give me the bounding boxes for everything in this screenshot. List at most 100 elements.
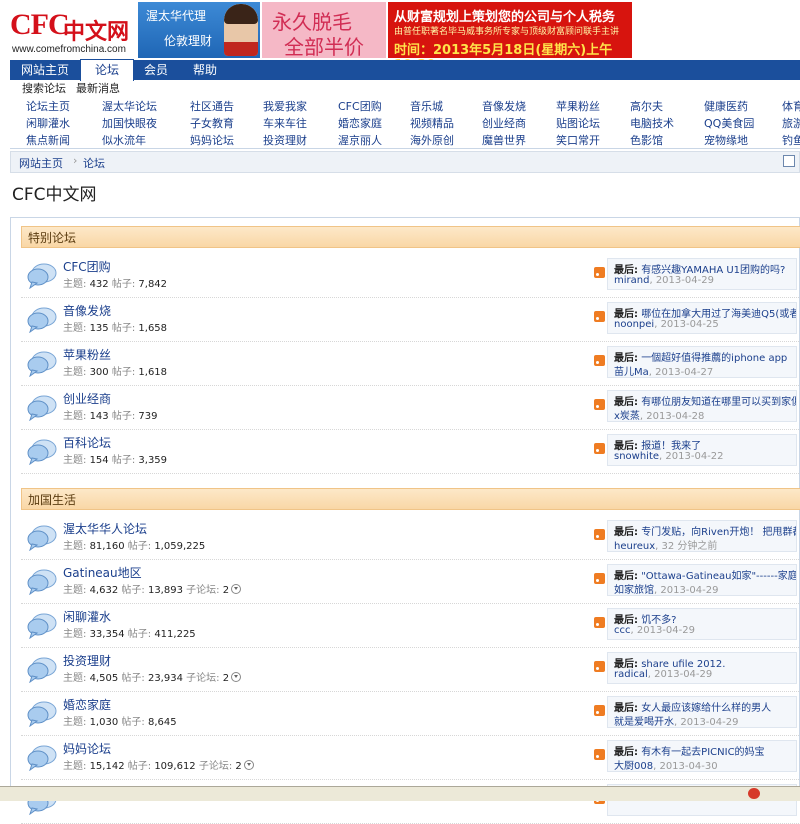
forum-status-icon — [27, 305, 57, 334]
forum-quick-links: 论坛主页 渥太华论坛 社区通告 我爱我家 CFC团购 音乐城 音像发烧 苹果粉丝 高尔夫 健康医药… — [10, 96, 800, 149]
forum-status-icon — [27, 699, 57, 728]
quick-link[interactable]: 海外原创 — [410, 132, 454, 148]
forum-name-link[interactable]: 投资理财 — [63, 652, 111, 669]
forum-name-link[interactable]: CFC团购 — [63, 258, 111, 275]
expand-subforums-icon[interactable] — [231, 672, 242, 682]
rss-icon[interactable] — [594, 267, 605, 278]
forum-row: 妈妈论坛 主题: 15,142 帖子: 109,612 子论坛: 2 最后: 有木有… — [21, 736, 800, 780]
last-post-user-link[interactable]: 如家旅馆 — [614, 585, 654, 595]
quick-link[interactable]: 宠物缘地 — [704, 132, 748, 148]
quick-link[interactable]: QQ美食园 — [704, 115, 754, 131]
quick-link[interactable]: 车来车往 — [263, 115, 307, 131]
rss-icon[interactable] — [594, 529, 605, 540]
quick-link[interactable]: 渥京丽人 — [338, 132, 382, 148]
breadcrumb-home[interactable]: 网站主页 — [19, 155, 63, 171]
forum-name-link[interactable]: 闲聊灌水 — [63, 608, 111, 625]
last-post-title-line: 最后: 有哪位朋友知道在哪里可以买到家俱 — [614, 393, 796, 408]
tab-help[interactable]: 帮助 — [180, 60, 230, 80]
quick-link[interactable]: 创业经商 — [482, 115, 526, 131]
quick-link[interactable]: 视频精品 — [410, 115, 454, 131]
breadcrumb-forum[interactable]: 论坛 — [83, 155, 105, 171]
last-post-user-link[interactable]: heureux — [614, 541, 655, 551]
expand-subforums-icon[interactable] — [243, 760, 254, 770]
quick-link[interactable]: 高尔夫 — [630, 98, 663, 114]
forum-stats: 主题: 143 帖子: 739 — [63, 407, 158, 422]
quick-link[interactable]: 加国快眼夜 — [102, 115, 157, 131]
quick-link[interactable]: 投资理财 — [263, 132, 307, 148]
quick-link[interactable]: 婚恋家庭 — [338, 115, 382, 131]
ad-text: 伦敦理财 — [164, 34, 213, 48]
subforums-count: 2 — [222, 585, 230, 596]
quick-link[interactable]: 健康医药 — [704, 98, 748, 114]
tab-members[interactable]: 会员 — [132, 60, 180, 80]
last-post-title-line: 最后: 女人最应该嫁给什么样的男人 — [614, 699, 771, 714]
quick-link[interactable]: 论坛主页 — [26, 98, 70, 114]
rss-icon[interactable] — [594, 573, 605, 584]
rss-icon[interactable] — [594, 617, 605, 628]
section-header[interactable]: 加国生活 — [21, 488, 800, 510]
last-post-user-link[interactable]: 苗儿Ma — [614, 367, 649, 377]
last-post-user-link[interactable]: snowhite — [614, 451, 659, 462]
site-logo[interactable]: CFC 中文网 www.comefromchina.com — [10, 6, 136, 56]
tab-home[interactable]: 网站主页 — [10, 60, 80, 80]
popup-icon[interactable] — [783, 155, 795, 167]
last-post-user-link[interactable]: x炭蒸 — [614, 411, 640, 421]
quick-link[interactable]: 体育 — [782, 98, 800, 114]
topics-label: 主题: — [63, 761, 87, 772]
latest-news-link[interactable]: 最新消息 — [76, 80, 120, 96]
last-post-user-link[interactable]: ccc — [614, 625, 631, 636]
expand-subforums-icon[interactable] — [231, 584, 242, 594]
forum-name-link[interactable]: Gatineau地区 — [63, 564, 142, 581]
rss-icon[interactable] — [594, 749, 605, 760]
topics-count: 1,030 — [89, 717, 119, 728]
quick-link[interactable]: 贴图论坛 — [556, 115, 600, 131]
quick-link[interactable]: 闲聊灌水 — [26, 115, 70, 131]
quick-link[interactable]: 渥太华论坛 — [102, 98, 157, 114]
logo-brand-cn: 中文网 — [63, 20, 130, 45]
last-post-user-link[interactable]: noonpei — [614, 319, 654, 330]
quick-link[interactable]: 笑口常开 — [556, 132, 600, 148]
quick-link[interactable]: 音乐城 — [410, 98, 443, 114]
quick-link[interactable]: 似水流年 — [102, 132, 146, 148]
ad-banner-tax-seminar[interactable]: 从财富规划上策划您的公司与个人税务 由普任职著名毕马威事务所专家与顶级财富顾问联… — [388, 2, 632, 73]
forum-name-link[interactable]: 妈妈论坛 — [63, 740, 111, 757]
ad-banner-hair-removal[interactable]: 永久脱毛 全部半价 — [262, 2, 386, 59]
quick-link[interactable]: 焦点新闻 — [26, 132, 70, 148]
quick-link[interactable]: CFC团购 — [338, 98, 382, 114]
rss-icon[interactable] — [594, 443, 605, 454]
section-header[interactable]: 特别论坛 — [21, 226, 800, 248]
quick-link[interactable]: 钓鱼 — [782, 132, 800, 148]
forum-name-link[interactable]: 百科论坛 — [63, 434, 111, 451]
last-post-user-link[interactable]: 大厨008 — [614, 761, 653, 771]
rss-icon[interactable] — [594, 311, 605, 322]
forum-name-link[interactable]: 婚恋家庭 — [63, 696, 111, 713]
quick-link[interactable]: 旅游 — [782, 115, 800, 131]
quick-link[interactable]: 妈妈论坛 — [190, 132, 234, 148]
rss-icon[interactable] — [594, 355, 605, 366]
quick-link[interactable]: 音像发烧 — [482, 98, 526, 114]
tab-forum[interactable]: 论坛 — [80, 59, 134, 81]
rss-icon[interactable] — [594, 705, 605, 716]
forum-status-icon — [27, 261, 57, 290]
quick-link[interactable]: 电脑技术 — [630, 115, 674, 131]
quick-link[interactable]: 子女教育 — [190, 115, 234, 131]
last-post-user-link[interactable]: radical — [614, 669, 648, 680]
quick-link[interactable]: 魔兽世界 — [482, 132, 526, 148]
rss-icon[interactable] — [594, 661, 605, 672]
last-post-user-link[interactable]: 就是爱喝开水 — [614, 717, 674, 727]
forum-name-link[interactable]: 渥太华华人论坛 — [63, 520, 147, 537]
last-post-user-link[interactable]: mirand — [614, 275, 649, 286]
forum-stats: 主题: 1,030 帖子: 8,645 — [63, 713, 177, 728]
forum-name-link[interactable]: 创业经商 — [63, 390, 111, 407]
quick-link[interactable]: 我爱我家 — [263, 98, 307, 114]
search-forum-link[interactable]: 搜索论坛 — [22, 80, 66, 96]
quick-link[interactable]: 社区通告 — [190, 98, 234, 114]
forum-name-link[interactable]: 音像发烧 — [63, 302, 111, 319]
forum-name-link[interactable]: 苹果粉丝 — [63, 346, 111, 363]
ad-banner-finance[interactable]: 渥太华代理 伦敦理财 — [138, 2, 260, 58]
quick-link[interactable]: 苹果粉丝 — [556, 98, 600, 114]
rss-icon[interactable] — [594, 399, 605, 410]
forum-status-icon — [27, 743, 57, 772]
quick-link[interactable]: 色影馆 — [630, 132, 663, 148]
topics-count: 135 — [89, 323, 109, 334]
